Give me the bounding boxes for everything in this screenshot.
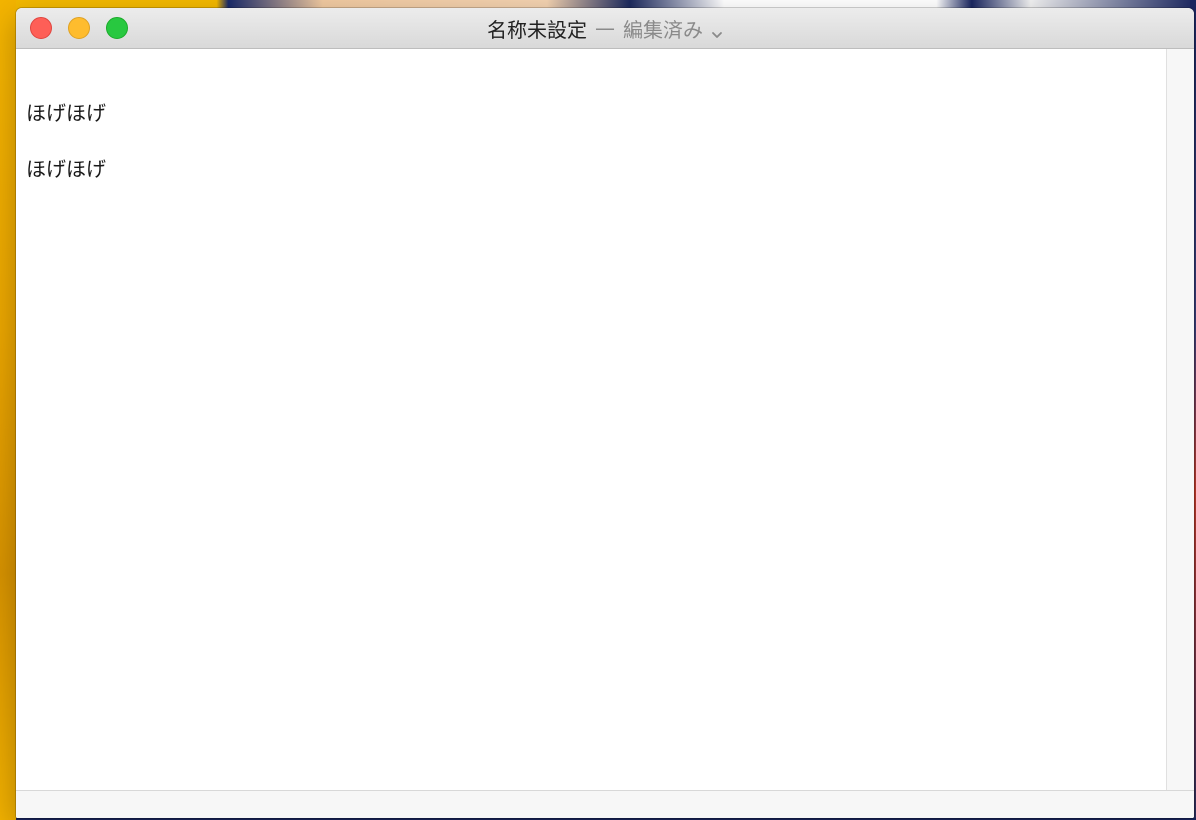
title-bar[interactable]: 名称未設定 — 編集済み xyxy=(16,8,1194,49)
document-text-area[interactable]: ほげほげ ほげほげ xyxy=(16,49,1166,790)
desktop-wallpaper-left xyxy=(0,0,16,820)
document-name: 名称未設定 xyxy=(487,17,587,42)
edited-status: 編集済み xyxy=(623,17,703,42)
window-title[interactable]: 名称未設定 — 編集済み xyxy=(16,8,1194,48)
text-line: ほげほげ xyxy=(26,101,106,125)
title-separator: — xyxy=(595,16,615,40)
vertical-scrollbar[interactable] xyxy=(1166,49,1194,790)
text-line: ほげほげ xyxy=(26,157,106,181)
chevron-down-icon[interactable] xyxy=(711,22,723,38)
horizontal-scrollbar[interactable] xyxy=(16,790,1194,818)
text-editor-window: 名称未設定 — 編集済み ほげほげ ほげほげ xyxy=(16,8,1194,818)
